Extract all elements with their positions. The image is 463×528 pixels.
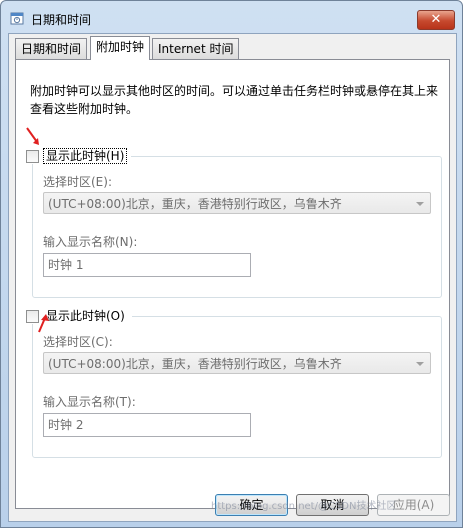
dropdown-arrow-icon xyxy=(416,202,424,206)
clock1-group: 显示此时钟(H) 选择时区(E): (UTC+08:00)北京，重庆，香港特别行… xyxy=(26,148,442,298)
window-title: 日期和时间 xyxy=(31,13,92,27)
clock2-name-label: 输入显示名称(T): xyxy=(43,395,136,409)
additional-clocks-panel: 附加时钟可以显示其他时区的时间。可以通过单击任务栏时钟或悬停在其上来查看这些附加… xyxy=(15,59,450,509)
tab-date-time[interactable]: 日期和时间 xyxy=(15,38,88,59)
watermark-text: https://blog.csdn.net/@CSDN技术社区 xyxy=(211,501,397,512)
clock2-timezone-value: (UTC+08:00)北京，重庆，香港特别行政区，乌鲁木齐 xyxy=(48,357,342,371)
clock2-group: 显示此时钟(O) 选择时区(C): (UTC+08:00)北京，重庆，香港特别行… xyxy=(26,308,442,458)
clock1-checkbox-label[interactable]: 显示此时钟(H) xyxy=(43,148,128,164)
tab-additional-clocks[interactable]: 附加时钟 xyxy=(90,36,151,60)
clock1-timezone-label: 选择时区(E): xyxy=(43,175,112,189)
clock2-timezone-select[interactable]: (UTC+08:00)北京，重庆，香港特别行政区，乌鲁木齐 xyxy=(43,352,431,374)
annotation-arrow-icon xyxy=(38,314,49,333)
clock1-timezone-select[interactable]: (UTC+08:00)北京，重庆，香港特别行政区，乌鲁木齐 xyxy=(43,192,431,214)
date-time-dialog: 日期和时间 ✕ 日期和时间 附加时钟 Internet 时间 附加时钟可以显示其… xyxy=(0,0,463,528)
clock-calendar-icon xyxy=(10,12,24,25)
dropdown-arrow-icon xyxy=(416,362,424,366)
close-button[interactable]: ✕ xyxy=(417,10,455,30)
clock1-timezone-value: (UTC+08:00)北京，重庆，香港特别行政区，乌鲁木齐 xyxy=(48,197,342,211)
clock1-name-label: 输入显示名称(N): xyxy=(43,235,138,249)
clock2-checkbox-label[interactable]: 显示此时钟(O) xyxy=(43,308,128,324)
clock1-checkbox-row[interactable]: 显示此时钟(H) xyxy=(26,148,132,164)
dialog-client-area: 日期和时间 附加时钟 Internet 时间 附加时钟可以显示其他时区的时间。可… xyxy=(8,33,457,522)
clock1-show-checkbox[interactable] xyxy=(26,149,39,163)
description-text: 附加时钟可以显示其他时区的时间。可以通过单击任务栏时钟或悬停在其上来查看这些附加… xyxy=(30,84,439,116)
title-bar[interactable]: 日期和时间 ✕ xyxy=(1,1,462,33)
clock2-timezone-label: 选择时区(C): xyxy=(43,335,113,349)
annotation-arrow-icon xyxy=(26,127,39,145)
clock1-name-input[interactable]: 时钟 1 xyxy=(43,253,251,277)
tab-internet-time[interactable]: Internet 时间 xyxy=(152,38,240,59)
clock2-name-input[interactable]: 时钟 2 xyxy=(43,413,251,437)
